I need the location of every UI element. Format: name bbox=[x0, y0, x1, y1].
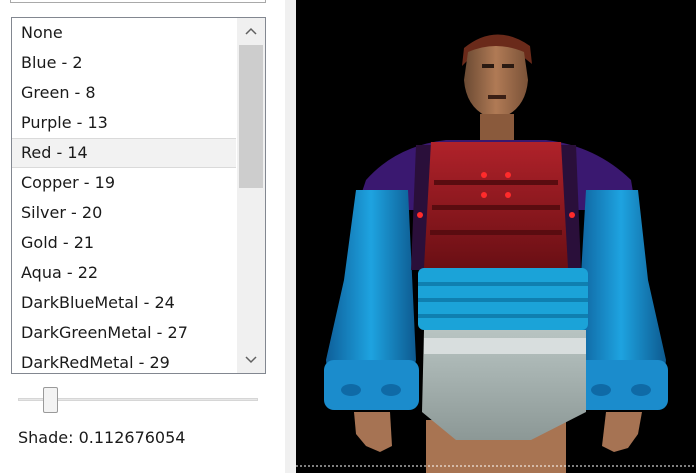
character-model-render bbox=[296, 34, 696, 473]
list-item[interactable]: Aqua - 22 bbox=[12, 258, 236, 288]
chevron-up-icon bbox=[245, 27, 257, 35]
scroll-down-button[interactable] bbox=[237, 347, 265, 373]
list-scrollbar[interactable] bbox=[237, 18, 265, 373]
shade-slider[interactable] bbox=[18, 385, 258, 415]
list-item-selected[interactable]: Red - 14 bbox=[12, 138, 236, 168]
panel-divider bbox=[285, 0, 296, 473]
list-item[interactable]: DarkGreenMetal - 27 bbox=[12, 318, 236, 348]
list-item[interactable]: Purple - 13 bbox=[12, 108, 236, 138]
list-item[interactable]: None bbox=[12, 18, 236, 48]
skirt bbox=[422, 330, 586, 440]
color-listbox[interactable]: None Blue - 2 Green - 8 Purple - 13 Red … bbox=[11, 17, 266, 374]
slider-thumb[interactable] bbox=[43, 387, 58, 413]
list-item[interactable]: Copper - 19 bbox=[12, 168, 236, 198]
list-item[interactable]: Green - 8 bbox=[12, 78, 236, 108]
list-item[interactable]: Silver - 20 bbox=[12, 198, 236, 228]
head bbox=[464, 46, 528, 140]
list-item[interactable]: DarkRedMetal - 29 bbox=[12, 348, 236, 373]
list-item[interactable]: Gold - 21 bbox=[12, 228, 236, 258]
scroll-thumb[interactable] bbox=[239, 45, 263, 188]
shade-label: Shade: 0.112676054 bbox=[18, 428, 186, 447]
chevron-down-icon bbox=[245, 356, 257, 364]
scroll-up-button[interactable] bbox=[237, 18, 265, 44]
model-viewport[interactable] bbox=[296, 0, 696, 473]
left-panel: None Blue - 2 Green - 8 Purple - 13 Red … bbox=[0, 0, 285, 473]
sash bbox=[418, 268, 588, 330]
top-dropdown-edge[interactable] bbox=[10, 0, 266, 3]
left-sleeve bbox=[324, 190, 419, 410]
vest bbox=[411, 142, 581, 270]
list-item[interactable]: DarkBlueMetal - 24 bbox=[12, 288, 236, 318]
list-item[interactable]: Blue - 2 bbox=[12, 48, 236, 78]
list-items: None Blue - 2 Green - 8 Purple - 13 Red … bbox=[12, 18, 236, 373]
